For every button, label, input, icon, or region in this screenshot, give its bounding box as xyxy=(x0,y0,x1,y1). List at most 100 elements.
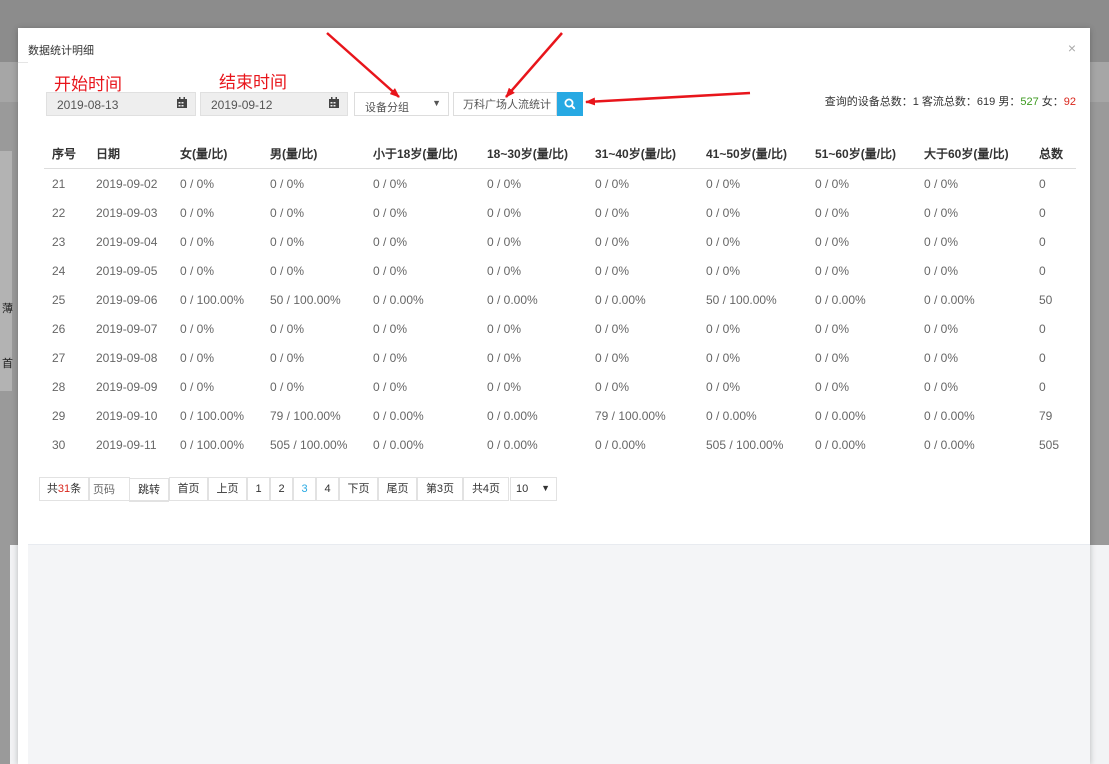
device-count-label: 查询的设备总数： xyxy=(824,96,913,108)
table-row: 26 2019-09-07 0 / 0% 0 / 0% 0 / 0% 0 / 0% 0 / … xyxy=(44,313,1076,342)
page-link[interactable]: 1 xyxy=(247,477,270,501)
table-cell: 0 / 0.00% xyxy=(595,293,646,307)
total-prefix: 共 xyxy=(46,483,58,495)
table-cell: 0 / 0% xyxy=(373,206,408,220)
table-cell: 0 / 0% xyxy=(270,351,305,365)
column-header: 总数 xyxy=(1039,147,1064,161)
table-cell: 0 xyxy=(1039,351,1046,365)
table-cell: 0 / 0% xyxy=(924,322,959,336)
table-cell: 0 / 0% xyxy=(180,380,215,394)
table-cell: 79 xyxy=(1039,409,1053,423)
table-cell: 0 / 0% xyxy=(373,322,408,336)
column-header: 男(量/比) xyxy=(270,147,318,161)
prev-page-button[interactable]: 上页 xyxy=(208,477,247,501)
column-header: 序号 xyxy=(52,147,77,161)
table-cell: 0 / 0% xyxy=(180,264,215,278)
close-icon[interactable]: × xyxy=(1068,40,1076,56)
table-row: 24 2019-09-05 0 / 0% 0 / 0% 0 / 0% 0 / 0% 0 / … xyxy=(44,255,1076,284)
last-page-button[interactable]: 尾页 xyxy=(378,477,417,501)
start-date-field[interactable]: 2019-08-13 xyxy=(46,92,196,116)
table-cell: 0 xyxy=(1039,177,1046,191)
table-cell: 0 / 0% xyxy=(815,235,850,249)
table-cell: 0 / 100.00% xyxy=(180,409,245,423)
table-cell: 0 / 0% xyxy=(706,380,741,394)
table-cell: 0 / 0.00% xyxy=(706,409,757,423)
end-date-field[interactable]: 2019-09-12 xyxy=(200,92,348,116)
table-cell: 0 / 0.00% xyxy=(373,409,424,423)
calendar-icon[interactable] xyxy=(177,97,187,108)
table-cell: 0 / 0% xyxy=(270,206,305,220)
table-cell: 0 / 0% xyxy=(815,264,850,278)
table-cell: 0 / 0% xyxy=(373,380,408,394)
table-cell: 2019-09-03 xyxy=(96,206,158,220)
table-cell: 0 / 0% xyxy=(924,351,959,365)
page-link[interactable]: 4 xyxy=(316,477,339,501)
table-cell: 0 / 0% xyxy=(815,322,850,336)
background-glyph: 首 xyxy=(2,357,13,370)
table-cell: 0 / 0.00% xyxy=(815,293,866,307)
table-row: 25 2019-09-06 0 / 100.00% 50 / 100.00% 0 / 0… xyxy=(44,284,1076,313)
table-cell: 0 / 0% xyxy=(706,351,741,365)
jump-button[interactable]: 跳转 xyxy=(129,478,169,502)
table-row: 30 2019-09-11 0 / 100.00% 505 / 100.00% 0 / … xyxy=(44,429,1076,458)
table-cell: 2019-09-09 xyxy=(96,380,158,394)
page-size-select[interactable]: 10 ▼ xyxy=(510,477,557,501)
table-cell: 79 / 100.00% xyxy=(270,409,341,423)
table-cell: 28 xyxy=(52,380,66,394)
device-name-input[interactable] xyxy=(453,92,557,116)
table-cell: 0 / 0.00% xyxy=(487,293,538,307)
table-cell: 0 / 0% xyxy=(487,177,522,191)
query-summary: 查询的设备总数：1 客流总数：619 男：527 女：92 xyxy=(825,93,1076,109)
table-cell: 2019-09-02 xyxy=(96,177,158,191)
table-cell: 0 / 0% xyxy=(706,177,741,191)
table-cell: 21 xyxy=(52,177,66,191)
page-link[interactable]: 2 xyxy=(270,477,293,501)
table-row: 23 2019-09-04 0 / 0% 0 / 0% 0 / 0% 0 / 0% 0 / … xyxy=(44,226,1076,255)
table-cell: 0 / 0% xyxy=(595,351,630,365)
search-icon xyxy=(564,98,576,110)
table-cell: 2019-09-08 xyxy=(96,351,158,365)
table-cell: 0 / 100.00% xyxy=(180,438,245,452)
page-link-current[interactable]: 3 xyxy=(293,477,316,501)
device-group-select[interactable]: 设备分组 ▼ xyxy=(354,92,449,116)
column-header: 大于60岁(量/比) xyxy=(924,147,1009,161)
first-page-button[interactable]: 首页 xyxy=(169,477,208,501)
current-page-indicator: 第3页 xyxy=(417,477,463,501)
table-cell: 2019-09-05 xyxy=(96,264,158,278)
table-cell: 0 / 0% xyxy=(595,264,630,278)
table-row: 27 2019-09-08 0 / 0% 0 / 0% 0 / 0% 0 / 0% 0 / … xyxy=(44,342,1076,371)
table-cell: 79 / 100.00% xyxy=(595,409,666,423)
table-cell: 0 / 0% xyxy=(595,380,630,394)
table-cell: 0 / 0% xyxy=(487,264,522,278)
table-cell: 0 xyxy=(1039,264,1046,278)
table-cell: 0 / 0% xyxy=(180,206,215,220)
table-cell: 2019-09-07 xyxy=(96,322,158,336)
table-cell: 0 / 0% xyxy=(487,351,522,365)
table-cell: 2019-09-04 xyxy=(96,235,158,249)
table-cell: 22 xyxy=(52,206,66,220)
table-row: 29 2019-09-10 0 / 100.00% 79 / 100.00% 0 / 0… xyxy=(44,400,1076,429)
table-cell: 0 / 0% xyxy=(180,322,215,336)
male-total-value: 527 xyxy=(1020,96,1039,108)
table-cell: 0 / 100.00% xyxy=(180,293,245,307)
column-header: 女(量/比) xyxy=(180,147,228,161)
traffic-total-value: 619 xyxy=(976,96,996,108)
female-total-label: 女： xyxy=(1041,96,1064,108)
table-cell: 0 / 0.00% xyxy=(815,409,866,423)
table-cell: 0 / 0% xyxy=(180,351,215,365)
table-row: 28 2019-09-09 0 / 0% 0 / 0% 0 / 0% 0 / 0% 0 / … xyxy=(44,371,1076,400)
table-cell: 0 / 0% xyxy=(815,351,850,365)
search-button[interactable] xyxy=(557,92,583,116)
column-header: 18~30岁(量/比) xyxy=(487,147,569,161)
page-number-input[interactable] xyxy=(89,477,130,501)
start-date-value: 2019-08-13 xyxy=(57,98,119,112)
calendar-icon[interactable] xyxy=(329,97,339,108)
male-total-label: 男： xyxy=(998,96,1021,108)
table-cell: 26 xyxy=(52,322,66,336)
table-cell: 0 / 0% xyxy=(270,264,305,278)
table-cell: 0 / 0% xyxy=(487,380,522,394)
table-cell: 0 / 0% xyxy=(706,206,741,220)
caret-down-icon: ▼ xyxy=(432,98,441,108)
table-cell: 0 xyxy=(1039,322,1046,336)
next-page-button[interactable]: 下页 xyxy=(339,477,378,501)
